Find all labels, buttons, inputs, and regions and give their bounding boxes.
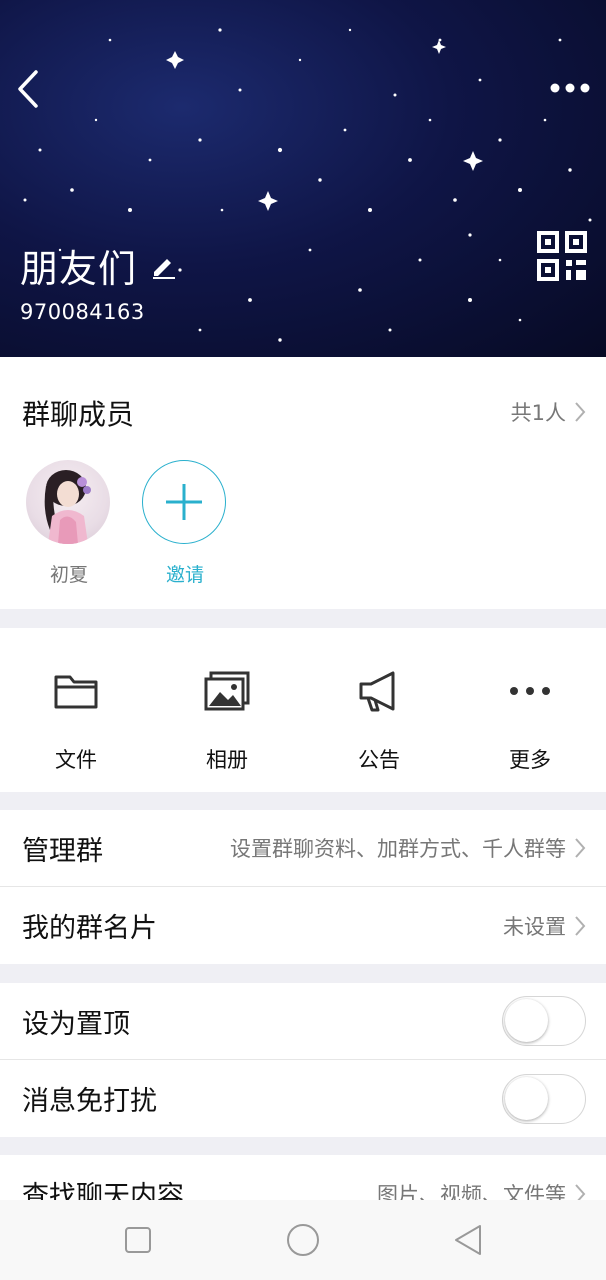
members-title: 群聊成员 [22, 398, 135, 431]
group-card-name-value: 未设置 [503, 914, 566, 939]
more-dots-icon [510, 687, 550, 695]
group-id: 970084163 [20, 300, 145, 324]
group-name: 朋友们 [20, 247, 138, 291]
system-navigation-bar [0, 1200, 606, 1280]
invite-member-button[interactable]: 邀请 [142, 460, 228, 587]
triangle-back-icon [455, 1225, 481, 1255]
photo-album-icon [204, 671, 250, 711]
manage-group-label: 管理群 [22, 835, 103, 867]
member-avatar [26, 460, 110, 544]
group-card-name-row[interactable]: 我的群名片 未设置 [0, 887, 606, 964]
tool-announcement-label: 公告 [358, 748, 400, 772]
tool-more-label: 更多 [509, 748, 551, 772]
members-count-link[interactable]: 共1人 [511, 397, 586, 427]
members-section: 群聊成员 共1人 初夏 邀请 [0, 357, 606, 609]
edit-name-button[interactable] [151, 253, 177, 279]
group-tools-section: 文件 相册 公告 更多 [0, 628, 606, 792]
plus-icon [166, 484, 202, 520]
tool-album-label: 相册 [206, 748, 248, 772]
tool-files[interactable]: 文件 [16, 666, 136, 774]
manage-group-value: 设置群聊资料、加群方式、千人群等 [230, 837, 566, 861]
group-chat-settings-screen: 朋友们 970084163 群聊成员 共1人 初夏 邀请 文件 相册 公告 更多… [0, 0, 606, 1280]
megaphone-icon [359, 671, 395, 712]
do-not-disturb-row: 消息免打扰 [0, 1060, 606, 1137]
toggle-settings-card: 设为置顶 消息免打扰 [0, 983, 606, 1137]
tool-album[interactable]: 相册 [167, 666, 287, 774]
member-name: 初夏 [49, 564, 88, 586]
home-button[interactable] [285, 1222, 321, 1258]
members-count: 共1人 [510, 401, 566, 425]
tool-announcement[interactable]: 公告 [319, 666, 439, 774]
system-back-button[interactable] [450, 1222, 486, 1258]
more-dots-icon [550, 83, 590, 93]
member-item[interactable]: 初夏 [26, 460, 112, 587]
avatar-image [44, 470, 91, 544]
group-manage-card: 管理群 设置群聊资料、加群方式、千人群等 我的群名片 未设置 [0, 810, 606, 964]
qr-code-icon [537, 231, 587, 281]
back-button[interactable] [10, 66, 46, 112]
manage-group-row[interactable]: 管理群 设置群聊资料、加群方式、千人群等 [0, 810, 606, 887]
group-header: 朋友们 970084163 [0, 0, 606, 357]
invite-label: 邀请 [165, 564, 204, 586]
chevron-right-icon [574, 915, 586, 937]
square-icon [125, 1227, 151, 1253]
pencil-icon [153, 258, 176, 279]
pin-to-top-row: 设为置顶 [0, 983, 606, 1060]
group-name-row: 朋友们 [20, 238, 177, 293]
back-arrow-icon [18, 70, 38, 108]
invite-circle [142, 460, 226, 544]
chevron-right-icon [574, 401, 586, 423]
tool-more[interactable]: 更多 [470, 666, 590, 774]
qr-code-button[interactable] [536, 230, 588, 282]
pin-to-top-label: 设为置顶 [22, 1008, 130, 1040]
pin-to-top-toggle[interactable] [502, 996, 586, 1046]
recent-apps-button[interactable] [120, 1222, 156, 1258]
folder-icon [54, 675, 98, 709]
more-menu-button[interactable] [546, 72, 594, 104]
chevron-right-icon [574, 837, 586, 859]
do-not-disturb-toggle[interactable] [502, 1073, 586, 1124]
tool-files-label: 文件 [55, 748, 97, 772]
do-not-disturb-label: 消息免打扰 [22, 1086, 157, 1117]
circle-icon [287, 1224, 319, 1256]
group-card-name-label: 我的群名片 [22, 913, 157, 944]
